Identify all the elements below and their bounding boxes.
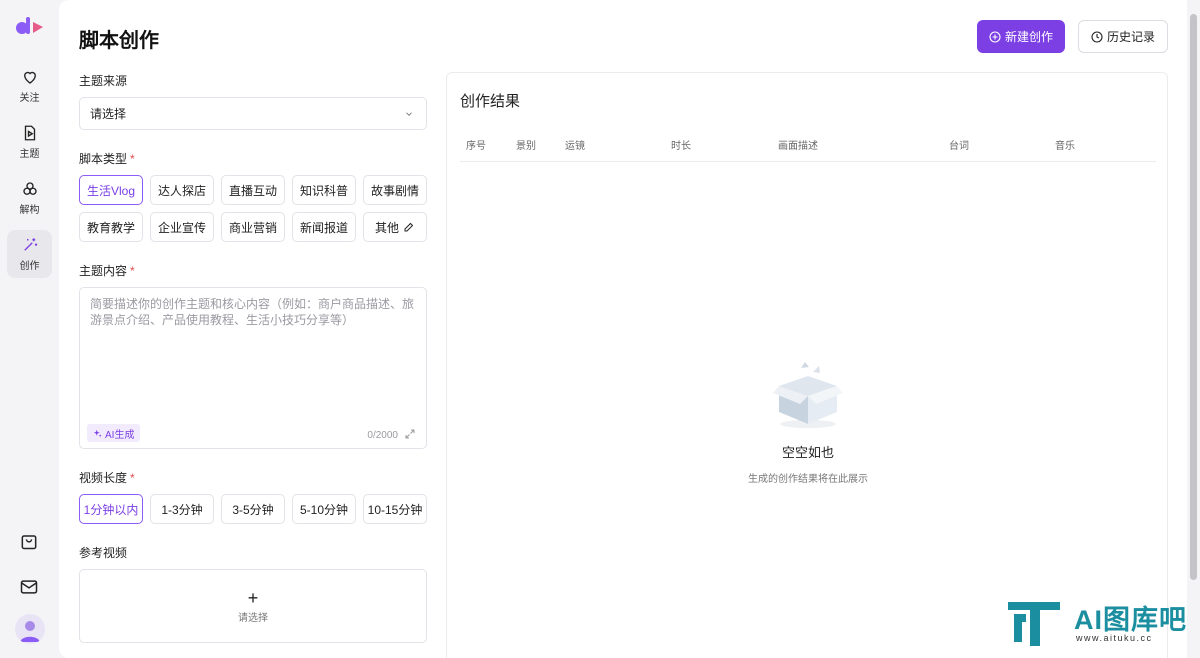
sidebar-item-label: 解构 [19, 205, 40, 216]
history-button[interactable]: 历史记录 [1078, 20, 1168, 53]
upload-text: 请选择 [238, 612, 268, 624]
column-header: 景别 [516, 141, 536, 152]
column-header: 时长 [671, 141, 691, 152]
result-table-header: 序号 景别 运镜 时长 画面描述 台词 音乐 [460, 128, 1156, 162]
sidebar-item-label: 关注 [19, 93, 40, 104]
ai-generate-label: AI生成 [105, 429, 135, 441]
column-header: 运镜 [565, 141, 585, 152]
magic-wand-icon [23, 238, 37, 251]
page-title: 脚本创作 [79, 30, 159, 52]
column-header: 序号 [466, 141, 486, 152]
content-placeholder: 简要描述你的创作主题和核心内容（例如：商户商品描述、旅游景点介绍、产品使用教程、… [90, 297, 415, 327]
result-panel: 创作结果 序号 景别 运镜 时长 画面描述 台词 音乐 空空如也 生成的创作结果… [446, 72, 1168, 658]
script-type-option[interactable]: 教育教学 [79, 212, 143, 242]
document-play-icon [24, 125, 35, 141]
reference-label: 参考视频 [79, 546, 128, 560]
page-scrollbar[interactable] [1188, 0, 1200, 658]
script-type-option[interactable]: 新闻报道 [292, 212, 356, 242]
app-logo[interactable] [15, 14, 45, 38]
plus-icon: + [247, 587, 259, 608]
mail-icon[interactable] [19, 577, 39, 597]
duration-option[interactable]: 3-5分钟 [221, 494, 285, 524]
pencil-icon [404, 222, 414, 232]
sidebar-item-label: 主题 [19, 149, 40, 160]
chevron-down-icon [406, 111, 412, 116]
duration-option[interactable]: 5-10分钟 [292, 494, 356, 524]
new-creation-label: 新建创作 [1004, 30, 1053, 44]
sidebar-item-topic[interactable]: 主题 [7, 118, 52, 166]
empty-title: 空空如也 [781, 445, 834, 460]
script-type-label: 脚本类型 * [79, 152, 135, 166]
clock-icon [1091, 30, 1103, 43]
sidebar-item-label: 创作 [19, 261, 40, 272]
script-type-option-label: 其他 [374, 220, 399, 235]
sidebar-item-create[interactable]: 创作 [7, 230, 52, 278]
scroll-thumb[interactable] [1190, 14, 1197, 580]
script-type-option[interactable]: 知识科普 [292, 175, 356, 205]
empty-subtitle: 生成的创作结果将在此展示 [748, 474, 868, 485]
watermark-title: AI图库吧 [1074, 605, 1187, 635]
watermark: AI图库吧 www.aituku.cc [1006, 598, 1192, 650]
script-type-option[interactable]: 达人探店 [150, 175, 214, 205]
circles-icon [22, 182, 37, 195]
script-type-option[interactable]: 生活Vlog [79, 175, 143, 205]
reference-upload[interactable]: + 请选择 [79, 569, 427, 643]
ai-generate-button[interactable]: AI生成 [87, 424, 141, 442]
source-select-value: 请选择 [90, 107, 127, 121]
script-type-option-other[interactable]: 其他 [363, 212, 427, 242]
heart-icon [23, 71, 36, 84]
empty-box-icon [773, 362, 843, 428]
plus-circle-icon [989, 30, 1001, 43]
required-mark: * [130, 471, 135, 485]
required-mark: * [130, 152, 135, 166]
column-header: 画面描述 [778, 141, 818, 152]
duration-option[interactable]: 1分钟以内 [79, 494, 143, 524]
required-mark: * [130, 264, 135, 278]
avatar[interactable] [15, 614, 45, 644]
sparkle-icon [93, 429, 102, 437]
column-header: 音乐 [1055, 141, 1075, 152]
empty-state: 空空如也 生成的创作结果将在此展示 [447, 358, 1169, 485]
main-panel: 脚本创作 新建创作 历史记录 主题来源 请选择 脚本类型 * 生活Vlog 达人探… [59, 0, 1187, 658]
column-header: 台词 [949, 141, 969, 152]
source-label: 主题来源 [79, 74, 128, 88]
duration-options: 1分钟以内 1-3分钟 3-5分钟 5-10分钟 10-15分钟 [79, 494, 427, 524]
watermark-subtitle: www.aituku.cc [1076, 633, 1153, 643]
avatar-icon [20, 621, 40, 642]
script-type-option[interactable]: 企业宣传 [150, 212, 214, 242]
script-type-option[interactable]: 故事剧情 [363, 175, 427, 205]
source-select[interactable]: 请选择 [79, 97, 427, 130]
duration-label: 视频长度 * [79, 471, 135, 485]
script-type-options: 生活Vlog 达人探店 直播互动 知识科普 故事剧情 教育教学 企业宣传 商业营… [79, 175, 427, 242]
history-label: 历史记录 [1106, 30, 1155, 44]
duration-option[interactable]: 1-3分钟 [150, 494, 214, 524]
sidebar-item-deconstruct[interactable]: 解构 [7, 174, 52, 222]
content-textarea[interactable]: 简要描述你的创作主题和核心内容（例如：商户商品描述、旅游景点介绍、产品使用教程、… [79, 287, 427, 449]
content-label: 主题内容 * [79, 264, 135, 278]
creation-form: 主题来源 请选择 脚本类型 * 生活Vlog 达人探店 直播互动 知识科普 故事剧… [79, 72, 427, 643]
expand-icon[interactable] [404, 428, 416, 440]
sidebar: 关注 主题 解构 创作 [0, 0, 58, 658]
new-creation-button[interactable]: 新建创作 [977, 20, 1065, 53]
script-type-option[interactable]: 商业营销 [221, 212, 285, 242]
char-counter: 0/2000 [367, 430, 398, 441]
duration-option[interactable]: 10-15分钟 [363, 494, 427, 524]
sidebar-item-follow[interactable]: 关注 [7, 62, 52, 110]
script-type-option[interactable]: 直播互动 [221, 175, 285, 205]
result-title: 创作结果 [460, 93, 521, 110]
shopping-bag-icon[interactable] [19, 531, 39, 551]
watermark-logo-icon [1008, 602, 1060, 646]
